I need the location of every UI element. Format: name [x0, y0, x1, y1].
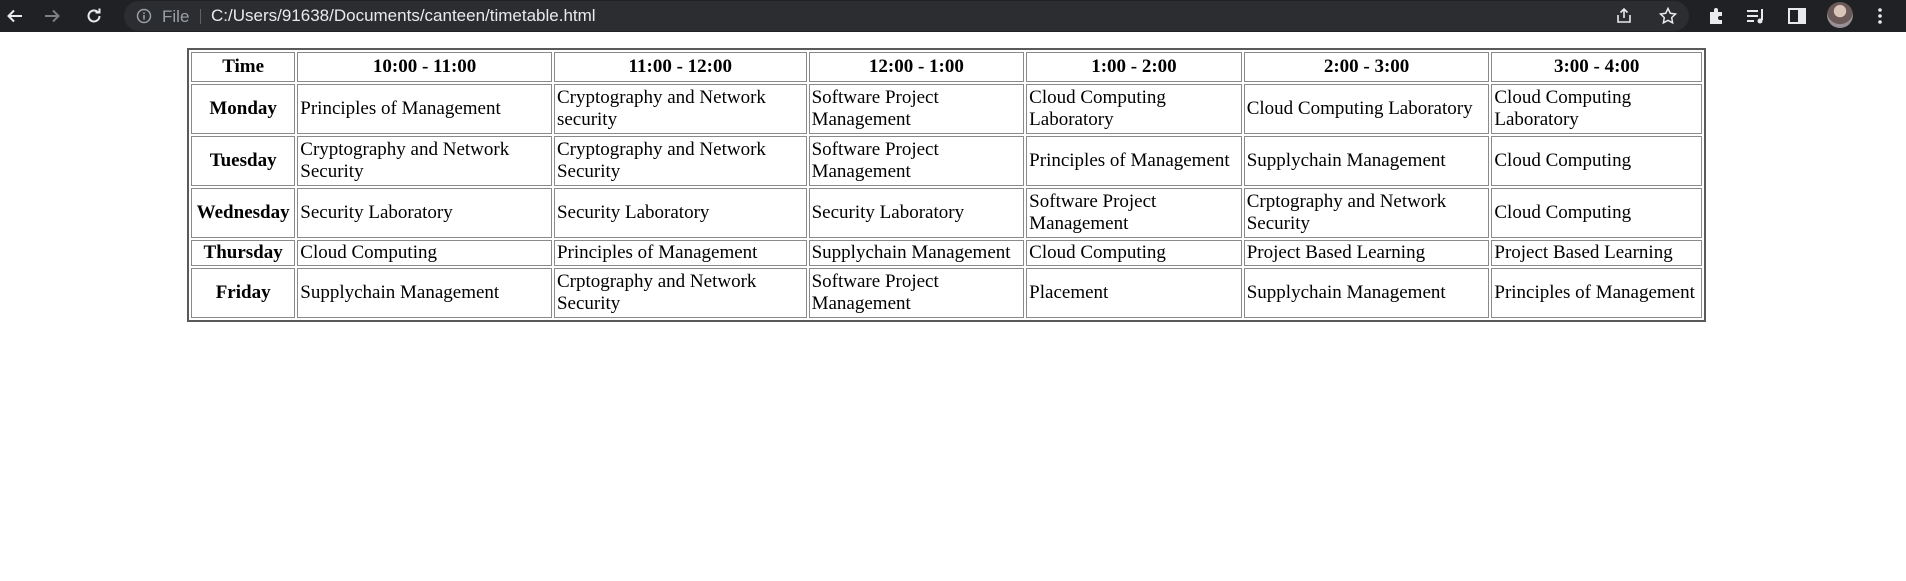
table-cell: Cloud Computing Laboratory [1243, 84, 1490, 134]
timetable: Time 10:00 - 11:00 11:00 - 12:00 12:00 -… [187, 48, 1706, 322]
table-cell: Principles of Management [297, 84, 552, 134]
header-time: Time [191, 52, 296, 82]
day-label: Friday [191, 268, 296, 318]
table-cell: Cloud Computing [297, 240, 552, 266]
header-slot-2: 11:00 - 12:00 [553, 52, 807, 82]
table-cell: Cloud Computing [1491, 188, 1702, 238]
table-row: Friday Supplychain Management Crptograph… [191, 268, 1702, 318]
day-label: Wednesday [191, 188, 296, 238]
kebab-menu-icon [1878, 8, 1882, 24]
header-slot-6: 3:00 - 4:00 [1491, 52, 1702, 82]
day-label: Tuesday [191, 136, 296, 186]
table-cell: Cryptography and Network security [553, 84, 807, 134]
header-slot-3: 12:00 - 1:00 [808, 52, 1025, 82]
table-cell: Principles of Management [1026, 136, 1242, 186]
table-cell: Security Laboratory [297, 188, 552, 238]
table-cell: Supplychain Management [1243, 268, 1490, 318]
menu-button[interactable] [1869, 5, 1891, 27]
header-slot-5: 2:00 - 3:00 [1243, 52, 1490, 82]
table-cell: Supplychain Management [297, 268, 552, 318]
reload-button[interactable] [82, 4, 106, 28]
table-cell: Cloud Computing Laboratory [1026, 84, 1242, 134]
profile-avatar[interactable] [1827, 2, 1853, 28]
table-cell: Principles of Management [1491, 268, 1702, 318]
table-row: Thursday Cloud Computing Principles of M… [191, 240, 1702, 266]
table-cell: Security Laboratory [808, 188, 1025, 238]
share-icon[interactable] [1614, 6, 1634, 26]
forward-button[interactable] [40, 4, 64, 28]
table-row: Tuesday Cryptography and Network Securit… [191, 136, 1702, 186]
table-cell: Supplychain Management [1243, 136, 1490, 186]
day-label: Monday [191, 84, 296, 134]
url-text[interactable]: C:/Users/91638/Documents/canteen/timetab… [211, 6, 596, 26]
table-cell: Principles of Management [553, 240, 807, 266]
header-slot-4: 1:00 - 2:00 [1026, 52, 1242, 82]
table-cell: Cryptography and Network Security [553, 136, 807, 186]
arrow-right-icon [45, 9, 60, 23]
table-cell: Crptography and Network Security [553, 268, 807, 318]
table-cell: Project Based Learning [1491, 240, 1702, 266]
playlist-icon [1747, 9, 1763, 24]
table-row: Wednesday Security Laboratory Security L… [191, 188, 1702, 238]
header-slot-1: 10:00 - 11:00 [297, 52, 552, 82]
table-cell: Software Project Management [1026, 188, 1242, 238]
address-divider [200, 9, 201, 24]
side-panel-icon [1788, 8, 1806, 24]
table-cell: Crptography and Network Security [1243, 188, 1490, 238]
table-cell: Cloud Computing Laboratory [1491, 84, 1702, 134]
table-cell: Supplychain Management [808, 240, 1025, 266]
table-cell: Cloud Computing [1491, 136, 1702, 186]
table-cell: Software Project Management [808, 84, 1025, 134]
media-button[interactable] [1745, 5, 1767, 27]
scheme-label: File [162, 7, 190, 26]
extensions-button[interactable] [1705, 5, 1727, 27]
puzzle-icon [1710, 8, 1722, 24]
table-cell: Placement [1026, 268, 1242, 318]
back-button[interactable] [3, 4, 27, 28]
table-cell: Cloud Computing [1026, 240, 1242, 266]
bookmark-star-icon[interactable] [1658, 6, 1678, 26]
arrow-left-icon [7, 9, 22, 23]
address-bar[interactable]: File C:/Users/91638/Documents/canteen/ti… [124, 1, 1689, 31]
info-icon[interactable] [136, 8, 152, 24]
table-row: Monday Principles of Management Cryptogr… [191, 84, 1702, 134]
side-panel-button[interactable] [1786, 5, 1808, 27]
table-cell: Software Project Management [808, 136, 1025, 186]
header-row: Time 10:00 - 11:00 11:00 - 12:00 12:00 -… [191, 52, 1702, 82]
table-cell: Software Project Management [808, 268, 1025, 318]
reload-icon [87, 8, 101, 23]
table-cell: Project Based Learning [1243, 240, 1490, 266]
table-cell: Cryptography and Network Security [297, 136, 552, 186]
table-cell: Security Laboratory [553, 188, 807, 238]
browser-toolbar: File C:/Users/91638/Documents/canteen/ti… [0, 0, 1906, 32]
day-label: Thursday [191, 240, 296, 266]
